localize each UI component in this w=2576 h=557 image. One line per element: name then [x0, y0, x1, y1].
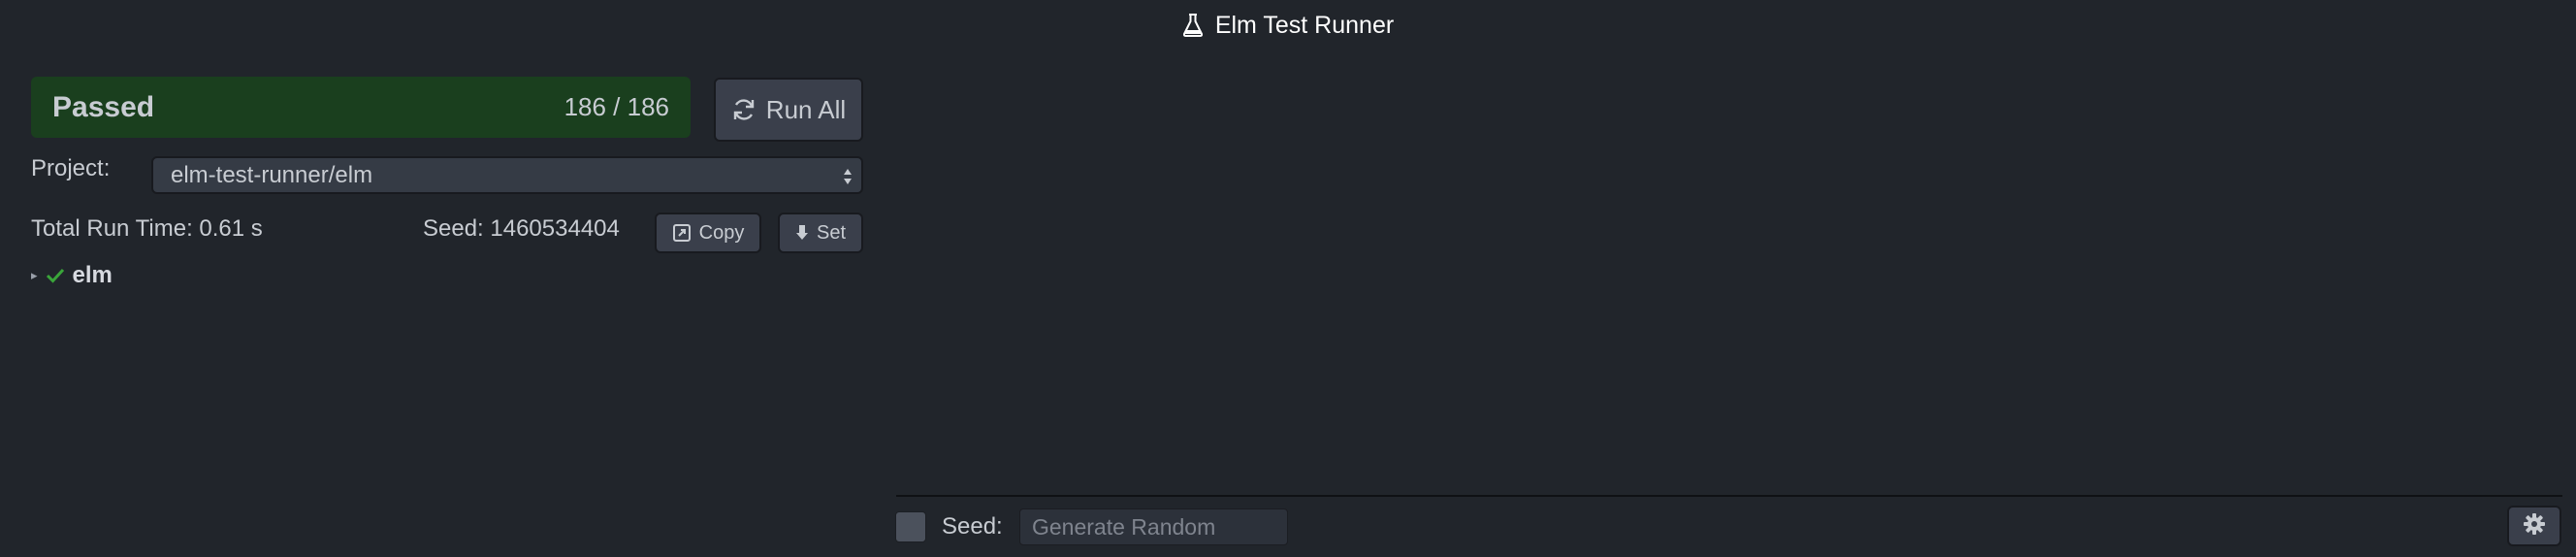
window-title: Elm Test Runner [0, 10, 2576, 41]
set-seed-button[interactable]: Set [778, 213, 863, 253]
copy-icon [672, 223, 692, 243]
test-tree-root-label: elm [72, 262, 113, 288]
arrow-down-icon [795, 224, 809, 242]
app-window: Elm Test Runner Passed 186 / 186 Run All… [0, 0, 2576, 557]
refresh-icon [731, 97, 757, 122]
run-all-label: Run All [765, 94, 847, 124]
gear-icon [2523, 512, 2546, 541]
status-count: 186 / 186 [564, 92, 669, 121]
project-select[interactable]: elm-test-runner/elm [151, 156, 863, 194]
project-selected-value: elm-test-runner/elm [171, 162, 373, 188]
seed-checkbox[interactable] [895, 511, 926, 542]
status-label: Passed [52, 90, 155, 123]
test-status-bar: Passed 186 / 186 [31, 77, 691, 138]
set-label: Set [816, 221, 847, 244]
seed-value: Seed: 1460534404 [423, 215, 620, 242]
footer-seed-label: Seed: [942, 513, 1003, 540]
expand-caret-icon[interactable]: ▸ [31, 268, 38, 283]
select-arrows-icon [842, 164, 853, 187]
flask-icon [1182, 14, 1204, 45]
window-title-text: Elm Test Runner [1214, 12, 1395, 39]
copy-label: Copy [698, 221, 745, 244]
seed-input[interactable] [1019, 508, 1288, 545]
settings-button[interactable] [2507, 506, 2561, 546]
checkmark-icon [46, 267, 65, 284]
test-tree-root[interactable]: ▸ elm [31, 261, 113, 290]
footer-divider [896, 495, 2562, 497]
run-all-button[interactable]: Run All [714, 78, 863, 142]
total-run-time: Total Run Time: 0.61 s [31, 215, 263, 242]
project-label: Project: [31, 155, 111, 181]
copy-seed-button[interactable]: Copy [655, 213, 761, 253]
